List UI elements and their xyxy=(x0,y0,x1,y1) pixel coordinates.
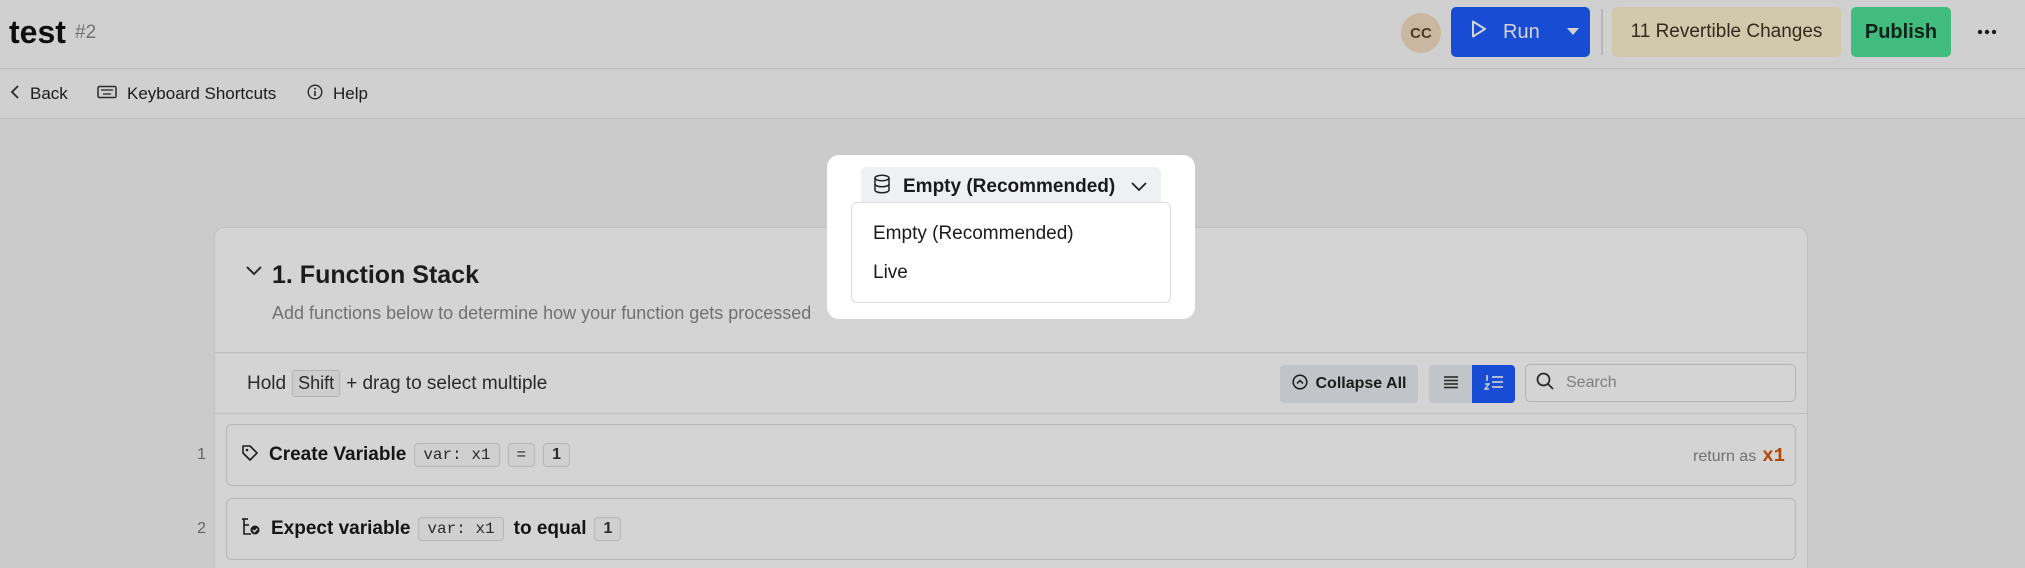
datasource-option-live[interactable]: Live xyxy=(873,262,908,284)
chevron-down-icon xyxy=(1131,176,1147,198)
database-icon xyxy=(873,174,891,200)
datasource-select[interactable]: Empty (Recommended) xyxy=(861,167,1161,207)
datasource-option-empty[interactable]: Empty (Recommended) xyxy=(873,223,1074,245)
datasource-selected-label: Empty (Recommended) xyxy=(903,176,1116,197)
datasource-menu: Empty (Recommended) Live xyxy=(851,202,1171,303)
